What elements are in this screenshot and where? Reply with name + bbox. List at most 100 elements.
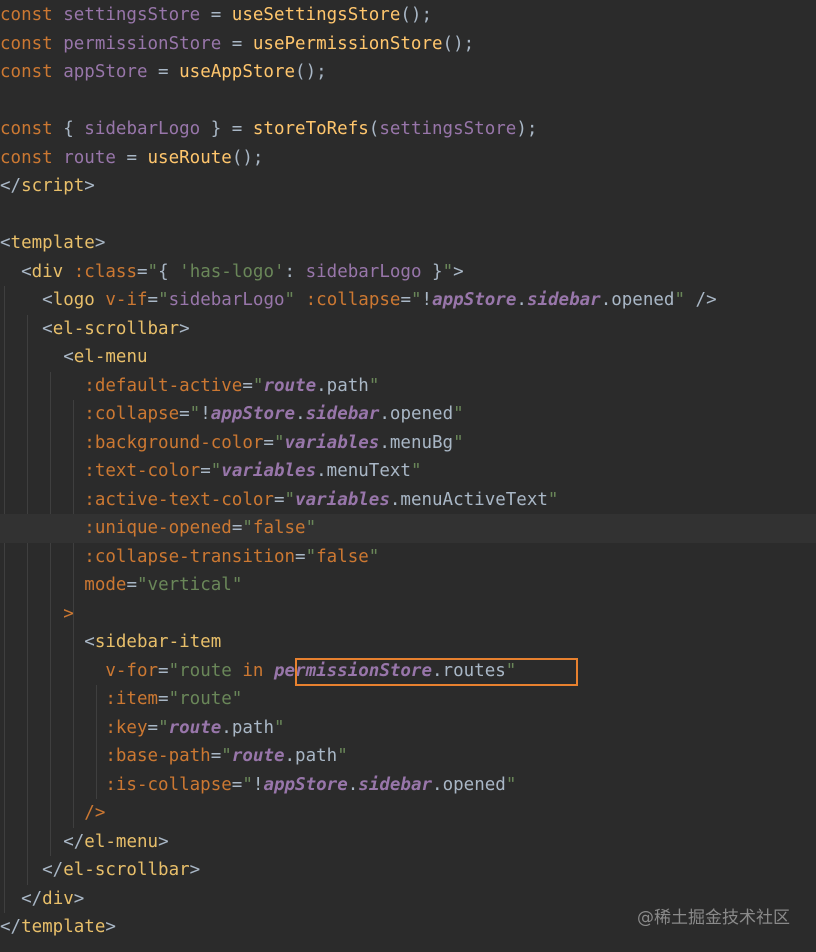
code-token: </ — [0, 831, 85, 852]
code-line[interactable]: mode="vertical" — [0, 571, 816, 600]
code-token: </ — [0, 888, 43, 909]
code-token: " — [252, 375, 264, 396]
code-token: " — [337, 746, 348, 766]
code-line[interactable]: :unique-opened="false" — [0, 514, 816, 543]
code-token: ! — [252, 774, 264, 795]
code-line[interactable]: :is-collapse="!appStore.sidebar.opened" — [0, 771, 816, 800]
code-line[interactable]: </script> — [0, 172, 816, 201]
code-line[interactable]: :background-color="variables.menuBg" — [0, 429, 816, 458]
code-token: " — [505, 774, 517, 795]
code-token: = — [115, 147, 148, 168]
code-token: sidebar — [305, 404, 380, 424]
code-token: (); — [295, 62, 327, 82]
code-token: :item — [105, 689, 159, 709]
code-token: .opened — [432, 774, 506, 795]
code-token: = — [221, 33, 253, 54]
code-token: variables — [284, 432, 380, 453]
code-token: template — [21, 917, 106, 937]
code-line[interactable]: :item="route" — [0, 685, 816, 714]
code-token: = — [158, 689, 169, 709]
code-token: </ — [0, 917, 22, 937]
code-token: :default-active — [84, 375, 243, 396]
code-token: .menuText — [316, 461, 411, 481]
code-token: " — [305, 546, 317, 567]
code-line[interactable]: :active-text-color="variables.menuActive… — [0, 486, 816, 515]
code-token: " — [158, 717, 169, 738]
code-token: = — [231, 518, 243, 538]
code-line[interactable]: :key="route.path" — [0, 714, 816, 743]
code-line[interactable]: :default-active="route.path" — [0, 372, 816, 401]
code-token: < — [0, 347, 74, 367]
code-token: " — [168, 660, 180, 681]
code-token: > — [73, 888, 85, 909]
code-token: > — [453, 261, 464, 282]
code-token: > — [189, 860, 201, 880]
code-token: 'has-logo' — [179, 261, 285, 282]
code-token: mode — [84, 575, 127, 595]
code-line[interactable]: /> — [0, 799, 816, 828]
code-line[interactable]: const appStore = useAppStore(); — [0, 58, 816, 87]
code-line[interactable]: </el-menu> — [0, 828, 816, 857]
code-line[interactable]: <logo v-if="sidebarLogo" :collapse="!app… — [0, 286, 816, 315]
code-token: .opened — [379, 404, 454, 424]
code-token: " — [547, 489, 559, 510]
code-line[interactable]: const route = useRoute(); — [0, 144, 816, 173]
code-token: .routes — [432, 660, 506, 681]
code-line[interactable]: <template> — [0, 229, 816, 258]
code-token: " — [368, 375, 380, 396]
code-line[interactable]: const { sidebarLogo } = storeToRefs(sett… — [0, 115, 816, 144]
code-token: = — [136, 261, 148, 282]
code-token: > — [179, 318, 190, 339]
code-token: route — [263, 375, 317, 396]
code-editor[interactable]: const settingsStore = useSettingsStore()… — [0, 0, 816, 952]
code-line[interactable]: :base-path="route.path" — [0, 742, 816, 771]
code-line[interactable] — [0, 201, 816, 230]
code-token: :class — [73, 261, 137, 282]
code-line[interactable]: </el-scrollbar> — [0, 856, 816, 885]
code-token: settingsStore — [379, 119, 517, 139]
code-token: logo — [52, 290, 106, 310]
code-token: sidebar — [358, 774, 433, 795]
code-token: route — [168, 717, 222, 738]
code-token: :background-color — [84, 432, 264, 453]
code-token: appStore — [432, 290, 517, 310]
code-line[interactable]: > — [0, 600, 816, 629]
code-token: const — [0, 5, 64, 25]
code-line[interactable] — [0, 87, 816, 116]
code-line[interactable]: <div :class="{ 'has-logo': sidebarLogo }… — [0, 258, 816, 287]
code-line[interactable]: :collapse="!appStore.sidebar.opened" — [0, 400, 816, 429]
code-line[interactable]: const settingsStore = useSettingsStore()… — [0, 1, 816, 30]
code-token: .menuBg — [379, 432, 454, 453]
code-line[interactable]: :text-color="variables.menuText" — [0, 457, 816, 486]
code-token: in — [242, 660, 274, 681]
code-line[interactable]: <el-scrollbar> — [0, 315, 816, 344]
code-token: = — [158, 660, 169, 681]
code-token: = — [273, 489, 285, 510]
code-token: " — [158, 290, 169, 310]
code-token: " — [242, 518, 253, 538]
code-line[interactable]: v-for="route in permissionStore.routes" — [0, 657, 816, 686]
code-token: :base-path — [105, 746, 211, 766]
code-token: } — [421, 261, 443, 282]
code-line[interactable]: <el-menu — [0, 343, 816, 372]
code-token: " — [442, 261, 454, 282]
code-token: sidebar — [526, 290, 601, 310]
code-token: :is-collapse — [105, 774, 232, 795]
code-token: :text-color — [84, 461, 201, 481]
code-token: = — [179, 404, 190, 424]
code-token: > — [63, 603, 74, 624]
code-token: = — [231, 774, 243, 795]
code-token: " — [189, 404, 201, 424]
code-line[interactable]: :collapse-transition="false" — [0, 543, 816, 572]
code-line[interactable]: <sidebar-item — [0, 628, 816, 657]
code-token: " — [305, 518, 317, 538]
code-line[interactable]: const permissionStore = usePermissionSto… — [0, 30, 816, 59]
code-token: :active-text-color — [84, 489, 274, 510]
